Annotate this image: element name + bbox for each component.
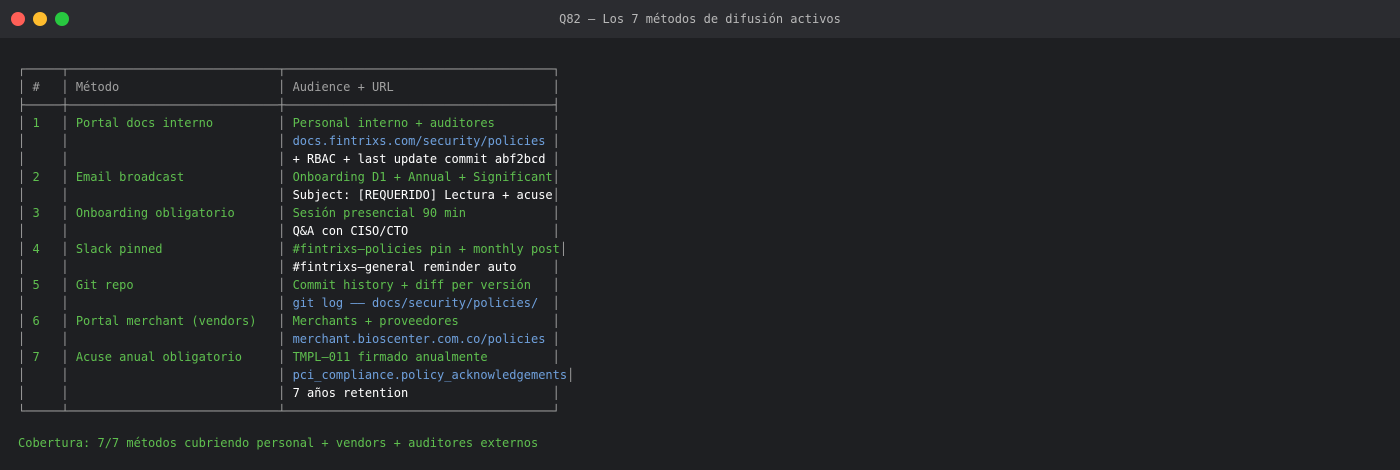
- row-method: Onboarding obligatorio: [68, 206, 279, 220]
- row-audience-line: + RBAC + last update commit abf2bcd: [285, 152, 553, 166]
- row-number: 3: [25, 206, 62, 220]
- row-audience-line: Onboarding D1 + Annual + Significant: [285, 170, 553, 184]
- row-method: Git repo: [68, 278, 279, 292]
- row-audience-line: TMPL–011 firmado anualmente: [285, 350, 553, 364]
- row-audience-line: docs.fintrixs.com/security/policies: [285, 134, 553, 148]
- row-audience-line: Commit history + diff per versión: [285, 278, 553, 292]
- column-header-num: #: [25, 80, 62, 94]
- coverage-summary: Cobertura: 7/7 métodos cubriendo persona…: [18, 436, 539, 450]
- row-method: Email broadcast: [68, 170, 279, 184]
- terminal-output[interactable]: ┌─────┬─────────────────────────────┬───…: [0, 38, 1400, 470]
- column-header-audience: Audience + URL: [285, 80, 553, 94]
- row-audience-line: git log –– docs/security/policies/: [285, 296, 553, 310]
- row-number: 2: [25, 170, 62, 184]
- row-number: 4: [25, 242, 62, 256]
- row-audience-line: 7 años retention: [285, 386, 553, 400]
- row-number: 5: [25, 278, 62, 292]
- row-audience-line: Merchants + proveedores: [285, 314, 553, 328]
- row-number: 7: [25, 350, 62, 364]
- row-number: 6: [25, 314, 62, 328]
- row-method: Portal merchant (vendors): [68, 314, 279, 328]
- row-number: 1: [25, 116, 62, 130]
- row-audience-line: Sesión presencial 90 min: [285, 206, 553, 220]
- row-audience-line: #fintrixs–general reminder auto: [285, 260, 553, 274]
- row-method: Slack pinned: [68, 242, 279, 256]
- row-method: Portal docs interno: [68, 116, 279, 130]
- window-titlebar: Q82 — Los 7 métodos de difusión activos: [0, 0, 1400, 38]
- row-method: Acuse anual obligatorio: [68, 350, 279, 364]
- methods-table: ┌─────┬─────────────────────────────┬───…: [18, 62, 575, 418]
- row-audience-line: #fintrixs–policies pin + monthly post: [285, 242, 560, 256]
- row-audience-line: Q&A con CISO/CTO: [285, 224, 553, 238]
- window-title: Q82 — Los 7 métodos de difusión activos: [559, 12, 841, 26]
- row-audience-line: Personal interno + auditores: [285, 116, 553, 130]
- row-audience-line: merchant.bioscenter.com.co/policies: [285, 332, 553, 346]
- row-audience-line: Subject: [REQUERIDO] Lectura + acuse: [285, 188, 553, 202]
- row-audience-line: pci_compliance.policy_acknowledgements: [285, 368, 568, 382]
- column-header-method: Método: [68, 80, 279, 94]
